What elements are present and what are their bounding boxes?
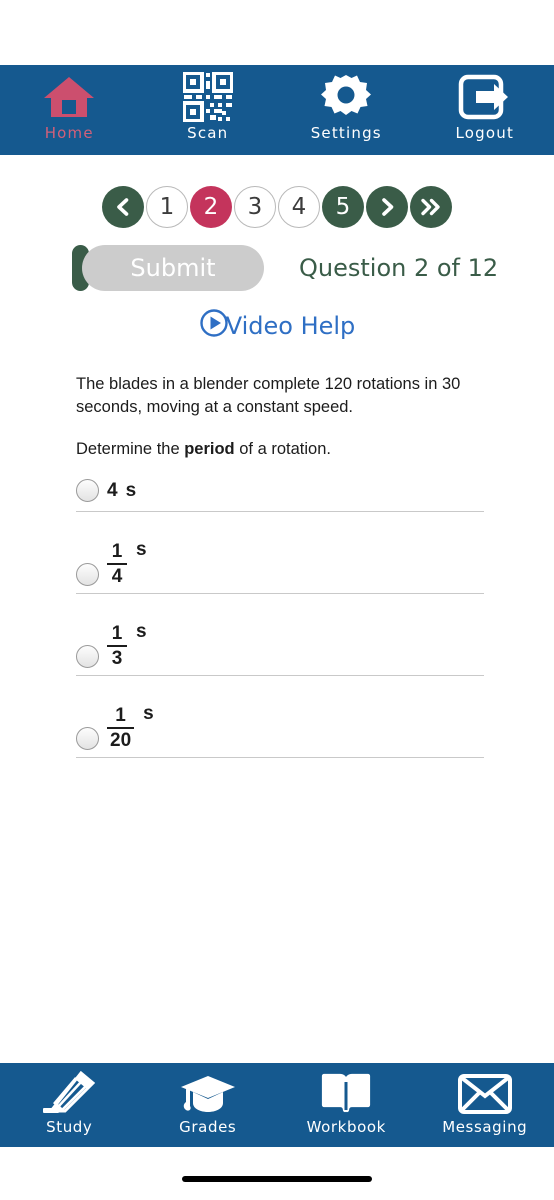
answer-value: 4 <box>107 479 118 501</box>
nav-label-settings: Settings <box>310 124 382 142</box>
chevron-right-icon <box>382 198 394 216</box>
answer-option-content: 4 s <box>107 480 136 502</box>
fraction: 1 3 <box>107 622 127 669</box>
top-navigation-bar: Home Scan Settings Logout <box>0 65 554 155</box>
nav-label-home: Home <box>44 124 94 142</box>
question-body: The blades in a blender complete 120 rot… <box>76 373 484 461</box>
nav-item-home[interactable]: Home <box>9 72 129 142</box>
chevron-left-icon <box>117 198 129 216</box>
nav-label-logout: Logout <box>455 124 515 142</box>
fraction-numerator: 1 <box>115 704 126 726</box>
nav-item-scan[interactable]: Scan <box>148 72 268 142</box>
play-circle-icon <box>199 308 229 343</box>
fraction-denominator: 20 <box>110 730 132 751</box>
question-prompt-after: of a rotation. <box>234 440 331 458</box>
fraction-denominator: 4 <box>111 566 123 587</box>
submit-button[interactable]: Submit <box>82 245 264 291</box>
app-root: Home Scan Settings Logout 1 2 3 4 5 Subm… <box>0 0 554 1200</box>
pagination-page-2[interactable]: 2 <box>190 186 232 228</box>
graduation-cap-icon <box>180 1071 236 1116</box>
bottom-nav-label-messaging: Messaging <box>442 1118 528 1136</box>
logout-icon <box>458 72 512 122</box>
bottom-nav-item-study[interactable]: Study <box>9 1070 129 1136</box>
envelope-icon <box>457 1071 512 1116</box>
nav-item-logout[interactable]: Logout <box>425 72 545 142</box>
answer-option-content: 1 3 s <box>107 620 147 669</box>
question-pagination: 1 2 3 4 5 <box>0 186 554 228</box>
bottom-nav-item-grades[interactable]: Grades <box>148 1071 268 1136</box>
video-help-link[interactable]: Video Help <box>0 308 554 343</box>
pagination-page-1[interactable]: 1 <box>146 186 188 228</box>
answer-unit: s <box>143 702 154 724</box>
pagination-prev-button[interactable] <box>102 186 144 228</box>
submit-row: Submit Question 2 of 12 <box>0 243 554 293</box>
open-book-icon <box>320 1071 372 1116</box>
bottom-nav-item-workbook[interactable]: Workbook <box>286 1071 406 1136</box>
question-prompt: Determine the period of a rotation. <box>76 438 484 461</box>
video-help-label: Video Help <box>225 311 356 340</box>
fraction: 1 4 <box>107 540 127 587</box>
pagination-page-label: 4 <box>291 194 307 220</box>
qr-code-icon <box>182 72 233 122</box>
double-chevron-right-icon <box>421 198 440 216</box>
fraction-numerator: 1 <box>111 622 123 644</box>
bottom-navigation-bar: Study Grades Workbook Messaging <box>0 1063 554 1147</box>
answer-unit: s <box>136 620 147 642</box>
pagination-page-4[interactable]: 4 <box>278 186 320 228</box>
answer-unit: s <box>136 538 147 560</box>
fraction: 1 20 <box>107 704 135 751</box>
pagination-page-3[interactable]: 3 <box>234 186 276 228</box>
pencil-icon <box>43 1070 96 1116</box>
question-stem: The blades in a blender complete 120 rot… <box>76 375 461 416</box>
answer-option-content: 1 4 s <box>107 538 147 587</box>
bottom-nav-item-messaging[interactable]: Messaging <box>425 1071 545 1136</box>
radio-button[interactable] <box>76 479 99 502</box>
answer-option-2[interactable]: 1 4 s <box>76 512 484 594</box>
bottom-nav-label-workbook: Workbook <box>306 1118 386 1136</box>
answer-unit: s <box>125 479 137 501</box>
gear-icon <box>321 72 372 122</box>
pagination-page-5[interactable]: 5 <box>322 186 364 228</box>
fraction-numerator: 1 <box>111 540 123 562</box>
nav-label-scan: Scan <box>187 124 229 142</box>
nav-item-settings[interactable]: Settings <box>286 72 406 142</box>
pagination-next-button[interactable] <box>366 186 408 228</box>
answer-option-content: 1 20 s <box>107 702 154 751</box>
radio-button[interactable] <box>76 563 99 586</box>
fraction-denominator: 3 <box>111 648 123 669</box>
pagination-page-label: 3 <box>247 194 263 220</box>
bottom-nav-label-grades: Grades <box>179 1118 237 1136</box>
question-counter: Question 2 of 12 <box>299 254 499 282</box>
pagination-last-button[interactable] <box>410 186 452 228</box>
submit-control-group: Submit <box>72 245 264 291</box>
question-prompt-emphasis: period <box>184 440 235 458</box>
answer-options: 4 s 1 4 s 1 3 s 1 20 s <box>76 470 484 758</box>
home-indicator <box>182 1176 372 1182</box>
pagination-page-label: 1 <box>159 194 175 220</box>
bottom-nav-label-study: Study <box>46 1118 93 1136</box>
home-icon <box>42 72 96 122</box>
radio-button[interactable] <box>76 727 99 750</box>
answer-option-1[interactable]: 4 s <box>76 470 484 512</box>
answer-option-3[interactable]: 1 3 s <box>76 594 484 676</box>
question-prompt-before: Determine the <box>76 440 185 458</box>
pagination-page-label: 2 <box>203 194 219 220</box>
pagination-page-label: 5 <box>335 194 351 220</box>
answer-option-4[interactable]: 1 20 s <box>76 676 484 758</box>
radio-button[interactable] <box>76 645 99 668</box>
